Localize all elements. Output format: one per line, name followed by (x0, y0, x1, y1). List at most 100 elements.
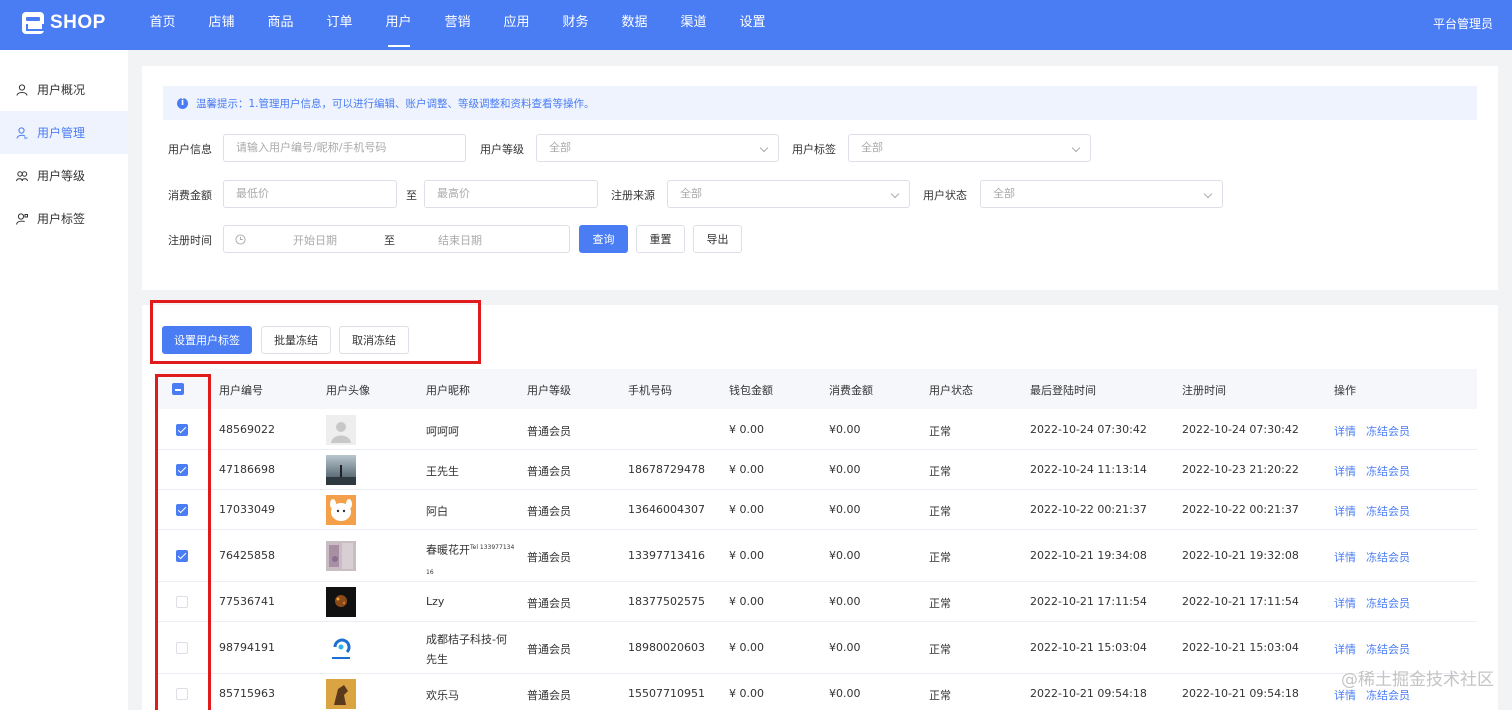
freeze-member-link[interactable]: 冻结会员 (1366, 503, 1410, 519)
cell-wallet: ¥ 0.00 (729, 423, 764, 436)
source-select[interactable]: 全部 (667, 180, 910, 208)
search-button[interactable]: 查询 (579, 225, 628, 253)
user-level-select[interactable]: 全部 (536, 134, 779, 162)
user-avatar[interactable] (326, 587, 356, 617)
export-button[interactable]: 导出 (693, 225, 742, 253)
cell-last-login: 2022-10-22 00:21:37 (1030, 503, 1147, 516)
cell-last-login: 2022-10-24 07:30:42 (1030, 423, 1147, 436)
sidebar-item[interactable]: 用户等级 (0, 154, 128, 197)
cell-phone: 18678729478 (628, 463, 705, 476)
cell-reg-time: 2022-10-24 07:30:42 (1182, 423, 1299, 436)
amount-max-input[interactable]: 最高价 (424, 180, 598, 208)
highlight-batch-actions (150, 300, 481, 364)
amount-label: 消费金额 (168, 189, 212, 202)
cell-spent: ¥0.00 (829, 463, 861, 476)
filter-panel: i 温馨提示：1.管理用户信息，可以进行编辑、账户调整、等级调整和资料查看等操作… (142, 66, 1498, 290)
user-tag-select[interactable]: 全部 (848, 134, 1091, 162)
nav-item[interactable]: 用户 (369, 0, 428, 50)
reset-button[interactable]: 重置 (636, 225, 685, 253)
cell-status: 正常 (929, 597, 951, 610)
nav-item[interactable]: 商品 (251, 0, 310, 50)
table-row: 77536741 Lzy 普通会员 18377502575 ¥ 0.00 ¥0.00 正常 2… (158, 582, 1477, 622)
cell-phone: 13397713416 (628, 549, 705, 562)
table-row: 48569022 呵呵呵 普通会员 ¥ 0.00 ¥0.00 正常 2022-10-24 0… (158, 409, 1477, 450)
freeze-member-link[interactable]: 冻结会员 (1366, 463, 1410, 479)
th-reg-time: 注册时间 (1182, 384, 1226, 397)
admin-user-menu[interactable]: 平台管理员 (1433, 15, 1493, 32)
nav-item[interactable]: 财务 (546, 0, 605, 50)
cell-wallet: ¥ 0.00 (729, 549, 764, 562)
cell-phone: 18377502575 (628, 595, 705, 608)
nav-item[interactable]: 首页 (133, 0, 192, 50)
amount-max-placeholder: 最高价 (437, 187, 470, 200)
sidebar-item[interactable]: 用户概况 (0, 68, 128, 111)
th-last-login: 最后登陆时间 (1030, 384, 1096, 397)
chevron-down-icon (1203, 189, 1213, 199)
nav-item[interactable]: 营销 (428, 0, 487, 50)
table-row: 98794191 成都桔子科技-何 先生 普通会员 18980020603 ¥ 0.00 ¥… (158, 622, 1477, 674)
nav-item[interactable]: 渠道 (664, 0, 723, 50)
start-date-placeholder[interactable]: 开始日期 (293, 232, 337, 248)
user-avatar[interactable] (326, 541, 356, 571)
th-avatar: 用户头像 (326, 384, 370, 397)
cell-last-login: 2022-10-21 15:03:04 (1030, 641, 1147, 654)
cell-level: 普通会员 (527, 425, 571, 438)
nav-item[interactable]: 数据 (605, 0, 664, 50)
top-nav-bar: SHOP 首页 店铺 商品 订单 用户 营销 应用 财务 数据 渠道 设置 平台管理员 (0, 0, 1512, 50)
user-avatar[interactable] (326, 495, 356, 525)
detail-link[interactable]: 详情 (1334, 423, 1356, 439)
cell-last-login: 2022-10-21 19:34:08 (1030, 549, 1147, 562)
freeze-member-link[interactable]: 冻结会员 (1366, 641, 1410, 657)
amount-min-input[interactable]: 最低价 (223, 180, 397, 208)
detail-link[interactable]: 详情 (1334, 641, 1356, 657)
freeze-member-link[interactable]: 冻结会员 (1366, 595, 1410, 611)
status-select[interactable]: 全部 (980, 180, 1223, 208)
user-info-input[interactable]: 请输入用户编号/昵称/手机号码 (223, 134, 466, 162)
sidebar-item[interactable]: 用户标签 (0, 197, 128, 240)
status-value: 全部 (993, 187, 1015, 200)
user-level-label: 用户等级 (480, 143, 524, 156)
freeze-member-link[interactable]: 冻结会员 (1366, 549, 1410, 565)
cell-spent: ¥0.00 (829, 595, 861, 608)
cell-id: 77536741 (219, 595, 275, 608)
cell-nick: 阿白 (426, 505, 448, 518)
detail-link[interactable]: 详情 (1334, 503, 1356, 519)
detail-link[interactable]: 详情 (1334, 463, 1356, 479)
cell-wallet: ¥ 0.00 (729, 463, 764, 476)
cell-wallet: ¥ 0.00 (729, 687, 764, 700)
detail-link[interactable]: 详情 (1334, 549, 1356, 565)
user-manage-icon (16, 126, 28, 139)
freeze-member-link[interactable]: 冻结会员 (1366, 423, 1410, 439)
cell-spent: ¥0.00 (829, 549, 861, 562)
clock-icon (235, 234, 246, 245)
th-nick: 用户昵称 (426, 384, 470, 397)
th-spent: 消费金额 (829, 384, 873, 397)
sidebar-item-label: 用户管理 (37, 126, 86, 140)
nav-item[interactable]: 设置 (723, 0, 782, 50)
cell-status: 正常 (929, 551, 951, 564)
cell-nick-sup: Tel 133977134 (470, 544, 515, 551)
cell-last-login: 2022-10-21 09:54:18 (1030, 687, 1147, 700)
cell-level: 普通会员 (527, 551, 571, 564)
end-date-placeholder[interactable]: 结束日期 (438, 232, 482, 248)
source-label: 注册来源 (611, 189, 655, 202)
user-avatar[interactable] (326, 455, 356, 485)
user-avatar[interactable] (326, 633, 356, 663)
logo[interactable]: SHOP (22, 12, 106, 34)
detail-link[interactable]: 详情 (1334, 595, 1356, 611)
tip-text: 温馨提示：1.管理用户信息，可以进行编辑、账户调整、等级调整和资料查看等操作。 (196, 97, 595, 110)
nav-item[interactable]: 店铺 (192, 0, 251, 50)
cell-id: 98794191 (219, 641, 275, 654)
user-info-label: 用户信息 (168, 143, 212, 156)
nav-item[interactable]: 应用 (487, 0, 546, 50)
chevron-down-icon (890, 189, 900, 199)
sidebar-item[interactable]: 用户管理 (0, 111, 128, 154)
reg-date-range[interactable]: 开始日期 至 结束日期 (223, 225, 570, 253)
user-avatar[interactable] (326, 415, 356, 445)
nav-item[interactable]: 订单 (310, 0, 369, 50)
tip-banner: i 温馨提示：1.管理用户信息，可以进行编辑、账户调整、等级调整和资料查看等操作… (163, 86, 1477, 120)
cell-reg-time: 2022-10-21 17:11:54 (1182, 595, 1299, 608)
table-row: 85715963 欢乐马 普通会员 15507710951 ¥ 0.00 ¥0.00 正常 2… (158, 674, 1477, 710)
user-avatar[interactable] (326, 679, 356, 709)
th-level: 用户等级 (527, 384, 571, 397)
